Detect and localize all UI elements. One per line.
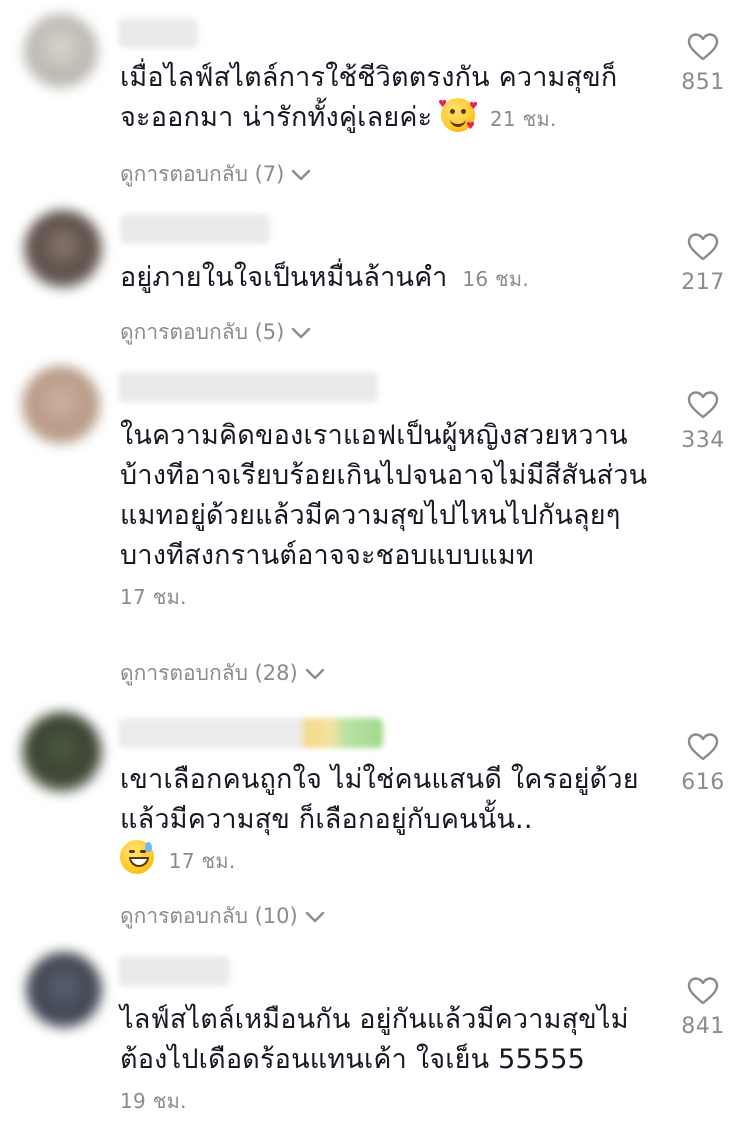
avatar[interactable] — [22, 366, 100, 444]
comment-timestamp: 16 ชม. — [462, 267, 530, 291]
like-control: 334 — [668, 390, 738, 453]
avatar[interactable] — [26, 952, 102, 1028]
comment-timestamp: 21 ชม. — [489, 107, 557, 131]
username-redacted[interactable] — [120, 214, 270, 244]
comment-text: อยู่ภายในใจเป็นหมื่นล้านคำ — [120, 262, 448, 293]
comment-text: ในความคิดของเราแอฟเป็นผู้หญิงสวยหวานบ้าง… — [120, 420, 648, 571]
like-count: 616 — [681, 770, 725, 795]
like-count: 334 — [681, 428, 725, 453]
comment-body: ในความคิดของเราแอฟเป็นผู้หญิงสวยหวานบ้าง… — [120, 416, 655, 617]
view-replies-label: ดูการตอบกลับ (5) — [120, 320, 285, 344]
username-redacted[interactable] — [118, 18, 198, 48]
grinning-face-with-sweat-emoji — [120, 840, 154, 874]
username-redacted[interactable] — [118, 718, 383, 748]
chevron-down-icon — [292, 327, 311, 338]
comment-timestamp: 17 ชม. — [168, 849, 236, 873]
username-redacted[interactable] — [118, 372, 378, 402]
comment-text: เขาเลือกคนถูกใจ ไม่ใช่คนแสนดี ใครอยู่ด้ว… — [120, 764, 639, 835]
view-replies-label: ดูการตอบกลับ (28) — [120, 661, 298, 685]
heart-outline-icon[interactable] — [687, 232, 719, 262]
like-control: 217 — [668, 232, 738, 295]
avatar[interactable] — [22, 712, 102, 792]
like-control: 616 — [668, 732, 738, 795]
like-count: 217 — [681, 270, 725, 295]
chevron-down-icon — [292, 169, 311, 180]
chevron-down-icon — [305, 668, 324, 679]
avatar[interactable] — [24, 14, 98, 88]
avatar[interactable] — [24, 210, 102, 288]
view-replies-label: ดูการตอบกลับ (10) — [120, 904, 298, 928]
like-count: 851 — [681, 70, 725, 95]
view-replies-button[interactable]: ดูการตอบกลับ (5) — [120, 316, 312, 349]
view-replies-button[interactable]: ดูการตอบกลับ (7) — [120, 158, 312, 191]
comment-text: ไลฟ์สไตล์เหมือนกัน อยู่กันแล้วมีความสุขไ… — [120, 1004, 629, 1075]
like-count: 841 — [681, 1014, 725, 1039]
heart-outline-icon[interactable] — [687, 390, 719, 420]
comment-body: เขาเลือกคนถูกใจ ไม่ใช่คนแสนดี ใครอยู่ด้ว… — [120, 760, 650, 881]
comment-timestamp: 17 ชม. — [120, 585, 187, 609]
comment-list: เมื่อไลฟ์สไตล์การใช้ชีวิตตรงกัน ความสุขก… — [0, 0, 750, 1132]
comment-body: เมื่อไลฟ์สไตล์การใช้ชีวิตตรงกัน ความสุขก… — [120, 58, 645, 139]
comment-body: ไลฟ์สไตล์เหมือนกัน อยู่กันแล้วมีความสุขไ… — [120, 1000, 645, 1121]
smiling-face-with-hearts-emoji: ♥ ♥ ♥ — [438, 98, 479, 132]
view-replies-label: ดูการตอบกลับ (7) — [120, 162, 285, 186]
heart-outline-icon[interactable] — [687, 32, 719, 62]
view-replies-button[interactable]: ดูการตอบกลับ (10) — [120, 900, 326, 933]
comment-body: อยู่ภายในใจเป็นหมื่นล้านคำ 16 ชม. — [120, 258, 655, 299]
comment-timestamp: 19 ชม. — [120, 1089, 187, 1113]
chevron-down-icon — [305, 911, 324, 922]
heart-outline-icon[interactable] — [687, 976, 719, 1006]
like-control: 841 — [668, 976, 738, 1039]
view-replies-button[interactable]: ดูการตอบกลับ (28) — [120, 657, 326, 690]
heart-outline-icon[interactable] — [687, 732, 719, 762]
like-control: 851 — [668, 32, 738, 95]
username-redacted[interactable] — [118, 956, 230, 986]
